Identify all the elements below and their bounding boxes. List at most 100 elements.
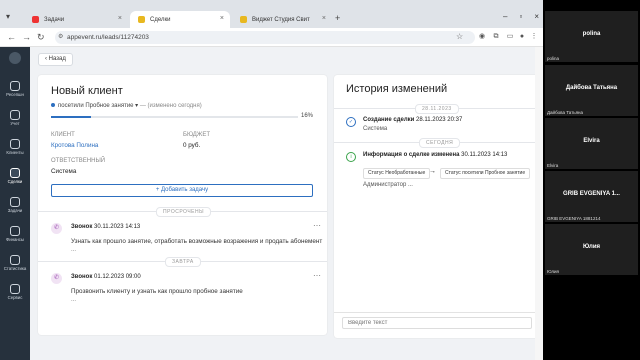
sidebar-item-label: Сервис: [7, 295, 23, 300]
progress-fill: [51, 116, 91, 118]
back-button[interactable]: ‹ Назад: [38, 53, 73, 66]
history-date-chip: 28.11.2023: [415, 104, 459, 114]
minimize-icon[interactable]: –: [503, 12, 507, 21]
tab-widget[interactable]: Виджет Студия Свит ×: [232, 11, 332, 28]
sidebar-item-label: Учет: [10, 121, 20, 126]
task-date: 01.12.2023 09:00: [94, 274, 141, 280]
close-icon[interactable]: ×: [118, 15, 122, 22]
add-task-button[interactable]: + Добавить задачу: [51, 184, 313, 197]
main-content: ‹ Назад Новый клиент посетили Пробное за…: [30, 47, 543, 360]
url-text: appevent.ru/leads/11274203: [67, 34, 149, 41]
tab-deals[interactable]: Сделки ×: [130, 11, 230, 28]
task-header: Звонок 01.12.2023 09:00: [71, 274, 141, 280]
tab-tasks[interactable]: Задачи ×: [24, 11, 128, 28]
history-item-name: Информация о сделке изменена: [363, 152, 460, 158]
more-icon[interactable]: ⋯: [313, 221, 321, 230]
sidebar-item-label: Сделки: [7, 179, 23, 184]
menu-icon[interactable]: ⋮: [530, 33, 538, 41]
sidebar-item-label: Статистика: [3, 266, 27, 271]
overdue-chip: ПРОСРОЧЕНЫ: [156, 207, 212, 217]
client-link[interactable]: Кротова Полина: [51, 142, 98, 149]
sidebar-item-label: Задачи: [7, 208, 23, 213]
site-info-icon[interactable]: ⚙: [58, 31, 63, 44]
history-item-author: Администратор ...: [363, 182, 413, 188]
extension-icon[interactable]: ◉: [478, 33, 486, 41]
history-title: История изменений: [346, 83, 448, 95]
participant-caption: Юлия: [547, 269, 559, 274]
reception-icon: [10, 81, 20, 91]
task-type: Звонок: [71, 224, 93, 230]
sidebar-item-accounting[interactable]: Учет: [0, 110, 30, 126]
sidebar-item-label: Финансы: [5, 237, 25, 242]
participant-caption: Elvira: [547, 163, 559, 168]
sidebar-item-finance[interactable]: Финансы: [0, 226, 30, 242]
history-item-date: 28.11.2023 20:37: [416, 117, 463, 123]
tomorrow-chip: ЗАВТРА: [165, 257, 201, 267]
history-item-title: Создание сделки 28.11.2023 20:37: [363, 117, 462, 123]
deal-stage[interactable]: посетили Пробное занятие ▾ — (изменено с…: [51, 102, 202, 109]
history-item-title: Информация о сделке изменена 30.11.2023 …: [363, 152, 507, 158]
video-tile[interactable]: GRIB EVGENIYA 1... GRIB EVGENIYA 1881214: [545, 171, 638, 222]
phone-icon: ✆: [51, 273, 62, 284]
browser-window: ▾ Задачи × Сделки × Виджет Студия Свит ×…: [0, 0, 543, 360]
sidebar-item-service[interactable]: Сервис: [0, 284, 30, 300]
comment-input[interactable]: [342, 317, 532, 329]
task-text: Прозвонить клиенту и узнать как прошло п…: [71, 288, 243, 295]
stage-changed-note: — (изменено сегодня): [139, 103, 202, 109]
budget-label: БЮДЖЕТ: [183, 132, 211, 138]
tab-label: Сделки: [150, 16, 171, 23]
close-icon[interactable]: ×: [220, 15, 224, 22]
info-icon: i: [346, 152, 356, 162]
participant-caption: polina: [547, 56, 560, 61]
participant-name: Дайбова Татьяна: [565, 85, 618, 91]
sidebar-item-statistics[interactable]: Статистика: [0, 255, 30, 271]
participant-caption: GRIB EVGENIYA 1881214: [547, 216, 601, 221]
page-scrollbar[interactable]: [535, 47, 543, 360]
sidebar-item-deals[interactable]: Сделки: [0, 168, 30, 184]
client-label: КЛИЕНТ: [51, 132, 75, 138]
participant-name: polina: [582, 31, 601, 37]
app-sidebar: Ресепшн Учет Клиенты Сделки Задачи Финан…: [0, 47, 30, 360]
budget-value[interactable]: 0 руб.: [183, 142, 200, 149]
responsible-label: ОТВЕТСТВЕННЫЙ: [51, 158, 106, 164]
app-logo[interactable]: [9, 52, 21, 64]
profile-icon[interactable]: ●: [518, 33, 526, 41]
reload-icon[interactable]: ↻: [37, 32, 45, 43]
history-item-author: Система: [363, 126, 388, 132]
history-today-chip: СЕГОДНЯ: [419, 138, 461, 148]
sidebar-item-reception[interactable]: Ресепшн: [0, 81, 30, 97]
arrow-right-icon: →: [429, 168, 436, 175]
participant-name: Elvira: [583, 138, 600, 144]
clients-icon: [10, 139, 20, 149]
video-tile[interactable]: Юлия Юлия: [545, 224, 638, 275]
close-icon[interactable]: ×: [322, 15, 326, 22]
history-panel: История изменений 28.11.2023 ✓ Создание …: [334, 75, 540, 338]
tab-bar: ▾ Задачи × Сделки × Виджет Студия Свит ×…: [0, 0, 543, 28]
close-window-icon[interactable]: ×: [534, 12, 539, 21]
video-tile[interactable]: Elvira Elvira: [545, 118, 638, 169]
maximize-icon[interactable]: ▫: [519, 12, 522, 21]
responsible-value[interactable]: Система: [51, 168, 76, 175]
tab-search-icon[interactable]: ▾: [6, 12, 10, 21]
back-label: Назад: [48, 56, 66, 62]
puzzle-icon[interactable]: ⧉: [492, 33, 500, 41]
video-tile[interactable]: Дайбова Татьяна Дайбова Татьяна: [545, 65, 638, 116]
forward-arrow-icon[interactable]: →: [22, 32, 31, 42]
participant-name: Юлия: [582, 244, 601, 250]
site-icon: [138, 16, 145, 23]
sidepanel-icon[interactable]: ▭: [506, 33, 514, 41]
sidebar-item-label: Клиенты: [6, 150, 24, 155]
sidebar-item-clients[interactable]: Клиенты: [0, 139, 30, 155]
sidebar-item-tasks[interactable]: Задачи: [0, 197, 30, 213]
video-call-panel: polina polina Дайбова Татьяна Дайбова Та…: [543, 0, 640, 360]
new-tab-button[interactable]: +: [335, 13, 340, 23]
url-field[interactable]: ⚙ appevent.ru/leads/11274203: [55, 31, 475, 44]
deal-title: Новый клиент: [51, 85, 123, 97]
more-icon[interactable]: ⋯: [313, 271, 321, 280]
back-arrow-icon[interactable]: ←: [7, 32, 16, 42]
bookmark-star-icon[interactable]: ☆: [456, 32, 463, 41]
task-ellipsis: ...: [71, 297, 77, 303]
phone-icon: ✆: [51, 223, 62, 234]
statistics-icon: [10, 255, 20, 265]
video-tile[interactable]: polina polina: [545, 11, 638, 62]
